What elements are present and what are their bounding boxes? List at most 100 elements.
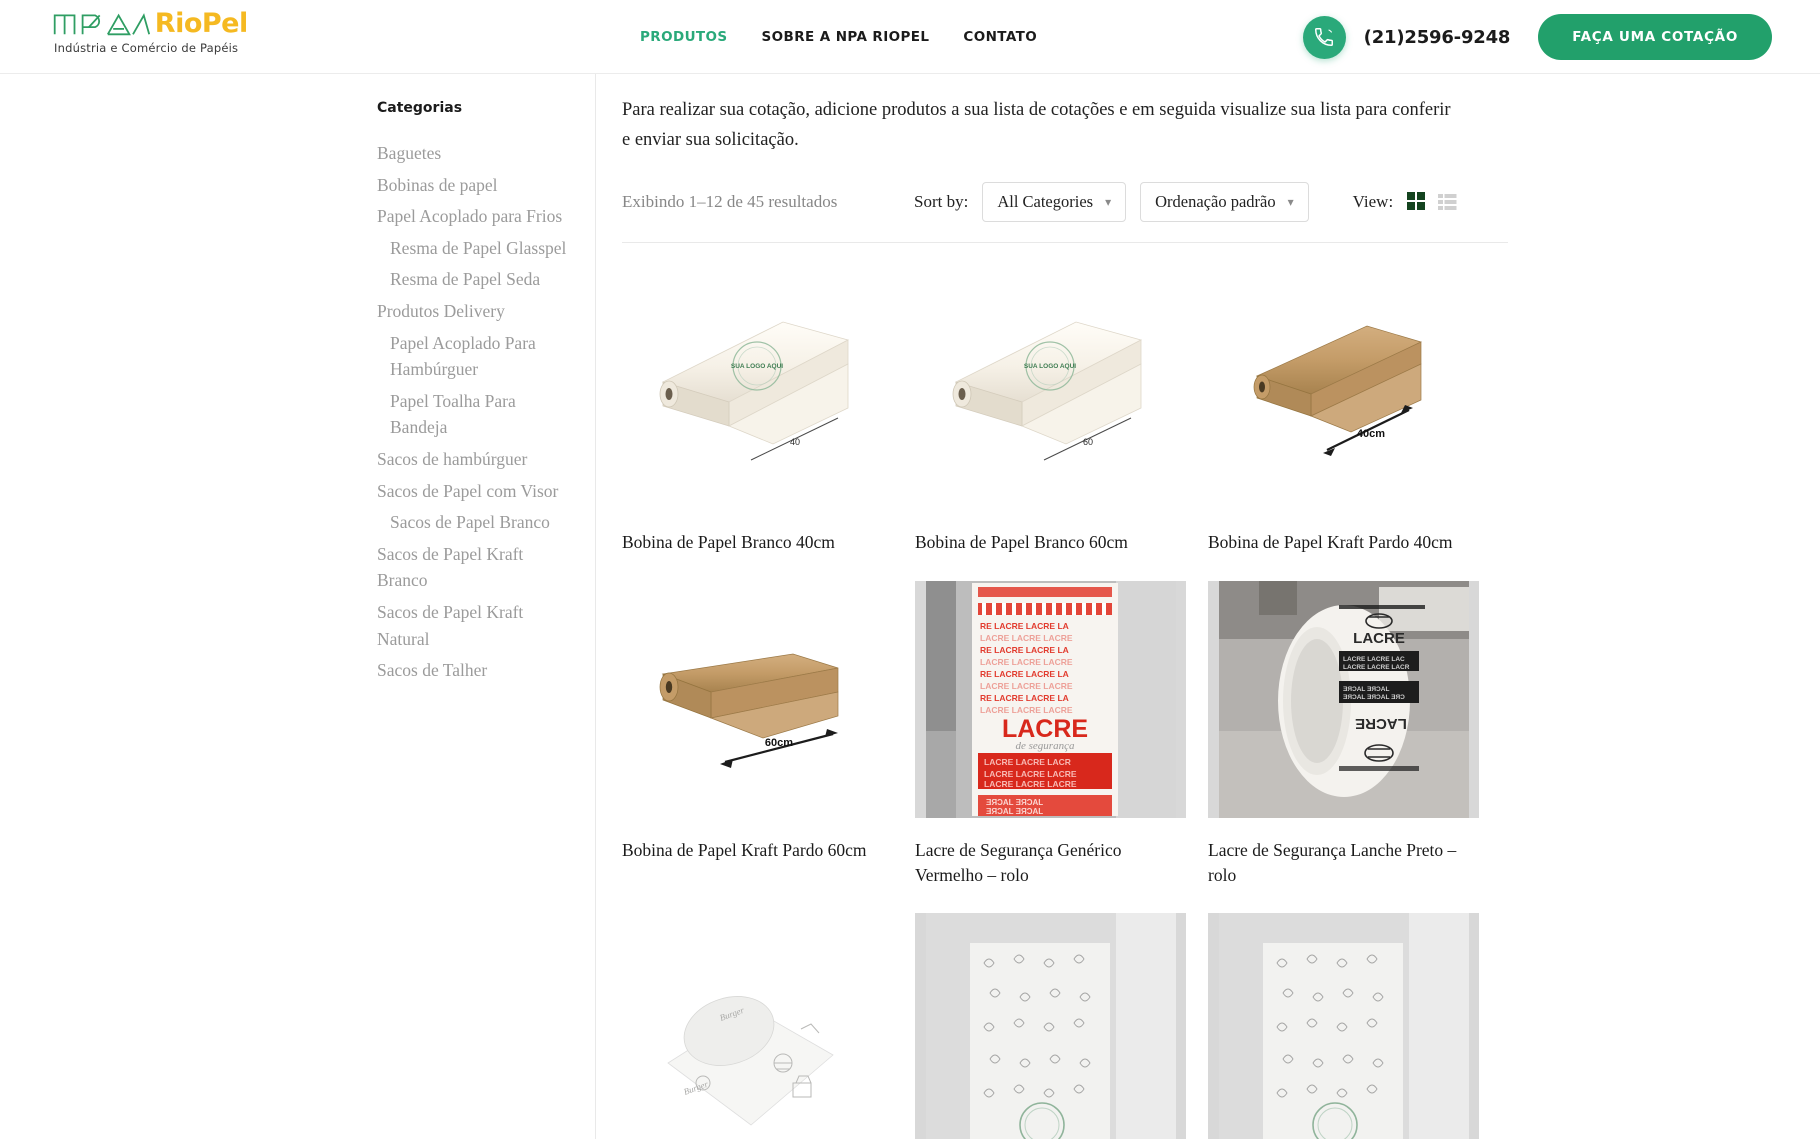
svg-text:40: 40 <box>789 437 799 447</box>
logo-brand-text: RioPel <box>154 8 248 40</box>
security-tape-red-photo: RE LACRE LACRE LA LACRE LACRE LACRE RE L… <box>925 580 1176 818</box>
result-count-text: Exibindo 1–12 de 45 resultados <box>622 191 838 211</box>
category-sidebar: Categorias Baguetes Bobinas de papel Pap… <box>0 74 596 1139</box>
sidebar-item-papel-acoplado-para-hamburguer[interactable]: Papel Acoplado Para Hambúrguer <box>377 330 577 383</box>
sidebar-item-sacos-de-papel-kraft-branco[interactable]: Sacos de Papel Kraft Branco <box>377 541 577 594</box>
svg-text:LACRE: LACRE <box>1001 715 1087 743</box>
paper-roll-kraft-icon: 40cm <box>1253 325 1422 456</box>
product-card[interactable]: 40cm Bobina de Papel Kraft Pardo 40cm <box>1208 272 1501 555</box>
nav-item-contato[interactable]: CONTATO <box>963 29 1037 45</box>
site-logo[interactable]: RioPel Indústria e Comércio de Papéis <box>52 10 248 55</box>
product-card[interactable]: Burger Burger <box>622 913 915 1139</box>
view-label: View: <box>1352 191 1394 211</box>
chevron-down-icon: ▾ <box>1105 194 1112 209</box>
view-toggle-group <box>1407 192 1457 211</box>
phone-icon <box>1315 28 1334 46</box>
product-title[interactable]: Bobina de Papel Kraft Pardo 60cm <box>622 838 893 863</box>
grid-view-icon[interactable] <box>1407 192 1426 211</box>
product-image-burger-wrap[interactable]: Burger Burger <box>622 913 893 1139</box>
sidebar-item-sacos-de-talher[interactable]: Sacos de Talher <box>377 657 577 684</box>
sidebar-item-sacos-de-papel-kraft-natural[interactable]: Sacos de Papel Kraft Natural <box>377 599 577 652</box>
product-card[interactable]: SUA LOGO AQUI 60 Bobina de Papel Branco … <box>915 272 1208 555</box>
svg-text:LACRE LACRE LACRE: LACRE LACRE LACRE <box>980 633 1073 643</box>
paper-roll-white-icon: SUA LOGO AQUI 60 <box>952 321 1142 461</box>
sidebar-item-resma-de-papel-seda[interactable]: Resma de Papel Seda <box>377 266 577 293</box>
ordering-select[interactable]: Ordenação padrão ▾ <box>1140 181 1309 222</box>
sidebar-title: Categorias <box>377 100 463 116</box>
product-title[interactable]: Lacre de Segurança Lanche Preto – rolo <box>1208 838 1479 888</box>
listing-toolbar: Exibindo 1–12 de 45 resultados Sort by: … <box>622 181 1508 243</box>
product-card[interactable] <box>1208 913 1501 1139</box>
product-title[interactable]: Bobina de Papel Kraft Pardo 40cm <box>1208 530 1479 555</box>
site-header: RioPel Indústria e Comércio de Papéis PR… <box>0 0 1820 74</box>
sidebar-item-papel-toalha-para-bandeja[interactable]: Papel Toalha Para Bandeja <box>377 388 577 441</box>
sort-by-label: Sort by: <box>914 191 969 211</box>
quote-cta-button[interactable]: FAÇA UMA COTAÇÃO <box>1538 14 1772 60</box>
sidebar-item-sacos-de-papel-com-visor[interactable]: Sacos de Papel com Visor <box>377 478 577 505</box>
product-listing-main: Para realizar sua cotação, adicione prod… <box>596 74 1820 1139</box>
sidebar-item-baguetes[interactable]: Baguetes <box>377 140 577 167</box>
paper-roll-kraft-icon: 60cm <box>659 653 838 768</box>
phone-number-text[interactable]: (21)2596-9248 <box>1364 27 1511 48</box>
product-card[interactable]: LACRE LACRE LACRE LAC LACRE LACRE LACR Ǝ… <box>1208 580 1501 888</box>
product-image-roll-kraft-40[interactable]: 40cm <box>1208 272 1479 510</box>
patterned-paper-sheet-photo <box>925 913 1176 1139</box>
svg-text:LACRE LACRE LACR: LACRE LACRE LACR <box>1343 664 1410 671</box>
sidebar-item-papel-acoplado-para-frios[interactable]: Papel Acoplado para Frios <box>377 203 577 230</box>
chevron-down-icon: ▾ <box>1287 194 1294 209</box>
svg-text:40cm: 40cm <box>1356 428 1384 440</box>
product-image-tape-red[interactable]: RE LACRE LACRE LA LACRE LACRE LACRE RE L… <box>915 580 1186 818</box>
phone-call-button[interactable] <box>1302 15 1346 59</box>
svg-text:RE LACRE LACRE LA: RE LACRE LACRE LA <box>980 669 1069 679</box>
product-card[interactable]: SUA LOGO AQUI 40 Bobina de Papel Branco … <box>622 272 915 555</box>
product-title[interactable]: Bobina de Papel Branco 60cm <box>915 530 1186 555</box>
svg-text:ƎЯƆAL ƎЯƆAL ƎЯƆ: ƎЯƆAL ƎЯƆAL ƎЯƆ <box>1343 694 1405 701</box>
product-image-roll-white-60[interactable]: SUA LOGO AQUI 60 <box>915 272 1186 510</box>
product-image-paper-sheet-2[interactable] <box>1208 913 1479 1139</box>
svg-text:de segurança: de segurança <box>1015 740 1074 752</box>
product-image-roll-white-40[interactable]: SUA LOGO AQUI 40 <box>622 272 893 510</box>
sidebar-item-bobinas-de-papel[interactable]: Bobinas de papel <box>377 172 577 199</box>
svg-text:60: 60 <box>1082 437 1092 447</box>
svg-text:ƎЯƆAL ƎЯƆAL: ƎЯƆAL ƎЯƆAL <box>986 798 1043 807</box>
paper-roll-white-icon: SUA LOGO AQUI 40 <box>659 321 849 461</box>
svg-text:RE LACRE LACRE LA: RE LACRE LACRE LA <box>980 621 1069 631</box>
svg-text:LACRE LACRE LAC: LACRE LACRE LAC <box>1343 656 1405 663</box>
product-title[interactable]: Bobina de Papel Branco 40cm <box>622 530 893 555</box>
header-contact-group: (21)2596-9248 FAÇA UMA COTAÇÃO <box>1302 0 1772 74</box>
svg-text:LACRE LACRE LACR: LACRE LACRE LACR <box>984 757 1071 767</box>
sidebar-item-sacos-de-papel-branco[interactable]: Sacos de Papel Branco <box>377 509 577 536</box>
sidebar-item-resma-de-papel-glasspel[interactable]: Resma de Papel Glasspel <box>377 235 577 262</box>
svg-text:LACRE LACRE LACRE: LACRE LACRE LACRE <box>984 779 1077 789</box>
list-view-icon[interactable] <box>1438 193 1457 210</box>
product-image-paper-sheet-1[interactable] <box>915 913 1186 1139</box>
product-image-roll-kraft-60[interactable]: 60cm <box>622 580 893 818</box>
nav-item-produtos[interactable]: PRODUTOS <box>640 29 728 45</box>
security-tape-black-photo: LACRE LACRE LACRE LAC LACRE LACRE LACR Ǝ… <box>1218 580 1469 818</box>
nav-item-sobre[interactable]: SOBRE A NPA RIOPEL <box>762 29 930 45</box>
product-card[interactable] <box>915 913 1208 1139</box>
logo-lockup: RioPel <box>52 10 248 37</box>
svg-text:LACRE LACRE LACRE: LACRE LACRE LACRE <box>980 705 1073 715</box>
sidebar-item-sacos-de-hamburguer[interactable]: Sacos de hambúrguer <box>377 446 577 473</box>
category-select[interactable]: All Categories ▾ <box>982 181 1127 222</box>
svg-text:SUA LOGO AQUI: SUA LOGO AQUI <box>730 363 782 370</box>
sidebar-item-produtos-delivery[interactable]: Produtos Delivery <box>377 298 577 325</box>
svg-text:LACRE LACRE LACRE: LACRE LACRE LACRE <box>980 657 1073 667</box>
category-list: Baguetes Bobinas de papel Papel Acoplado… <box>377 140 595 684</box>
product-image-tape-black[interactable]: LACRE LACRE LACRE LAC LACRE LACRE LACR Ǝ… <box>1208 580 1479 818</box>
product-card[interactable]: 60cm Bobina de Papel Kraft Pardo 60cm <box>622 580 915 888</box>
npa-monogram-icon <box>53 13 151 36</box>
product-grid: SUA LOGO AQUI 40 Bobina de Papel Branco … <box>622 243 1508 1139</box>
quote-instructions: Para realizar sua cotação, adicione prod… <box>622 100 1451 150</box>
svg-text:RE LACRE LACRE LA: RE LACRE LACRE LA <box>980 645 1069 655</box>
product-title[interactable]: Lacre de Segurança Genérico Vermelho – r… <box>915 838 1186 888</box>
patterned-paper-sheet-photo <box>1218 913 1469 1139</box>
category-select-value: All Categories <box>997 191 1094 211</box>
svg-text:LACRE LACRE LACRE: LACRE LACRE LACRE <box>984 769 1077 779</box>
product-card[interactable]: RE LACRE LACRE LA LACRE LACRE LACRE RE L… <box>915 580 1208 888</box>
svg-text:LACRE LACRE LACRE: LACRE LACRE LACRE <box>980 681 1073 691</box>
logo-tagline: Indústria e Comércio de Papéis <box>54 41 239 55</box>
svg-text:ƎЯƆAL ƎЯƆAL: ƎЯƆAL ƎЯƆAL <box>1343 686 1389 693</box>
ordering-select-value: Ordenação padrão <box>1155 191 1276 211</box>
